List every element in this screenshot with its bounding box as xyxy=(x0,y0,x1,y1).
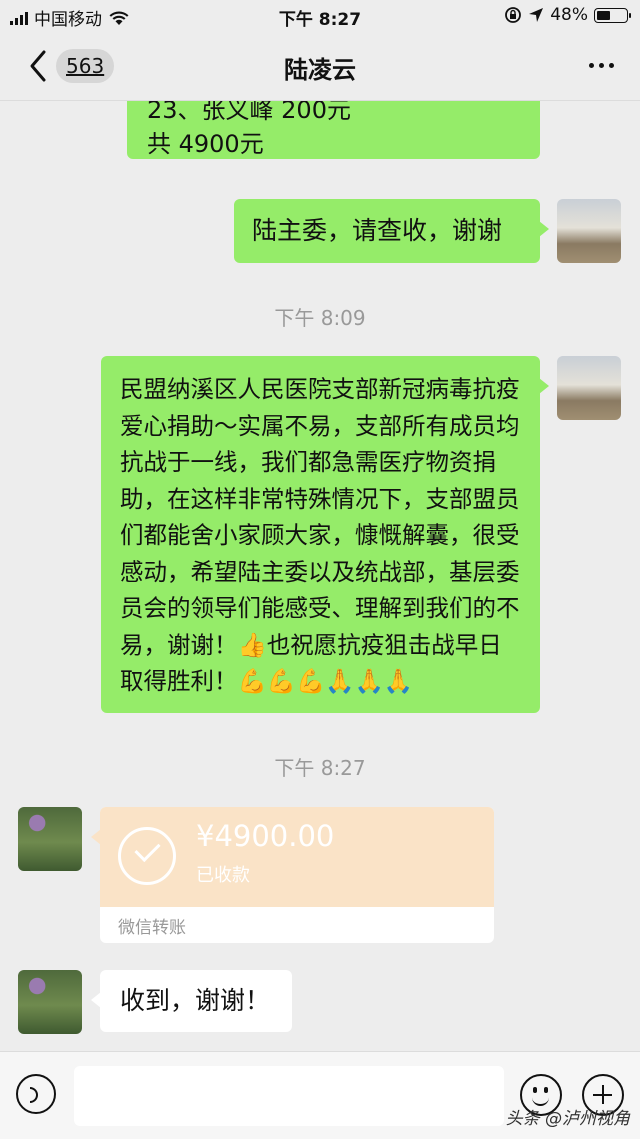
watermark-text: 头条 @泸州视角 xyxy=(505,1109,630,1129)
message-bubble-other[interactable]: 收到，谢谢！ xyxy=(91,970,292,1032)
self-avatar[interactable] xyxy=(557,356,621,420)
chat-title: 陆凌云 xyxy=(284,56,356,84)
status-bar: 中国移动 下午 8:27 48% xyxy=(0,0,640,32)
transfer-amount: ¥4900.00 xyxy=(196,819,335,853)
transfer-status: 已收款 xyxy=(196,865,250,886)
message-text: 23、张义峰 200元 共 4900元 xyxy=(147,101,351,158)
message-input[interactable] xyxy=(74,1066,504,1126)
message-bubble-self[interactable]: 民盟纳溪区人民医院支部新冠病毒抗疫爱心捐助～实属不易，支部所有成员均抗战于一线，… xyxy=(101,356,549,713)
message-bubble-self[interactable]: 陆主委，请查收，谢谢 xyxy=(234,199,549,263)
chat-header: 563 陆凌云 xyxy=(0,32,640,101)
message-text: 民盟纳溪区人民医院支部新冠病毒抗疫爱心捐助～实属不易，支部所有成员均抗战于一线，… xyxy=(120,375,520,695)
check-circle-icon xyxy=(118,827,176,885)
transfer-card[interactable]: ¥4900.00 已收款 微信转账 xyxy=(100,807,494,943)
contact-avatar[interactable] xyxy=(18,970,82,1034)
voice-icon[interactable] xyxy=(16,1074,56,1114)
more-dots-icon[interactable] xyxy=(589,63,614,68)
timestamp: 下午 8:27 xyxy=(274,756,366,780)
self-avatar[interactable] xyxy=(557,199,621,263)
status-right: 48% xyxy=(504,5,631,25)
location-icon xyxy=(529,8,544,22)
message-bubble-self[interactable]: 23、张义峰 200元 共 4900元 xyxy=(127,101,540,159)
message-text: 陆主委，请查收，谢谢 xyxy=(252,216,503,245)
contact-avatar[interactable] xyxy=(18,807,82,871)
lock-rotation-icon xyxy=(505,7,522,23)
transfer-source: 微信转账 xyxy=(118,918,186,938)
battery-percent: 48% xyxy=(550,5,588,25)
battery-icon xyxy=(594,7,631,23)
timestamp: 下午 8:09 xyxy=(274,306,366,330)
message-list[interactable]: 23、张义峰 200元 共 4900元 陆主委，请查收，谢谢 下午 8:09 民… xyxy=(0,101,640,1051)
transfer-card-top: ¥4900.00 已收款 xyxy=(100,807,494,907)
message-text: 收到，谢谢！ xyxy=(120,986,271,1015)
